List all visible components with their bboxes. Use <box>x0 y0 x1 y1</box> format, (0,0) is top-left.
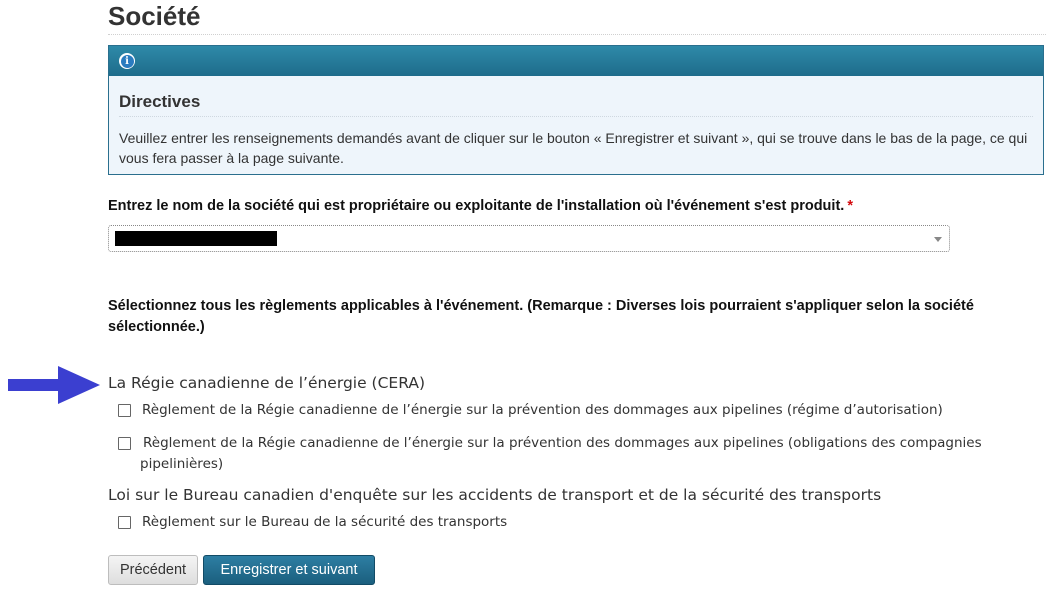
regulation-option-tsb[interactable]: Règlement sur le Bureau de la sécurité d… <box>118 512 1018 533</box>
required-marker: * <box>847 198 853 214</box>
regulation-option-label: Règlement sur le Bureau de la sécurité d… <box>142 514 508 530</box>
checkbox[interactable] <box>118 516 131 529</box>
company-select[interactable] <box>108 225 950 252</box>
alert-heading: Directives <box>119 92 201 111</box>
checkbox[interactable] <box>118 437 131 450</box>
company-page: Société i Directives Veuillez entrer les… <box>0 0 1052 594</box>
company-field-label-text: Entrez le nom de la société qui est prop… <box>108 198 845 214</box>
info-icon: i <box>119 53 135 69</box>
page-title: Société <box>108 1 201 31</box>
title-divider <box>108 34 1046 35</box>
chevron-down-icon <box>934 237 942 242</box>
regulation-option-label: Règlement de la Régie canadienne de l’én… <box>142 402 943 418</box>
directives-alert: i Directives Veuillez entrer les renseig… <box>108 45 1044 175</box>
annotation-arrow-icon <box>8 366 100 404</box>
regulation-group-title-cera: La Régie canadienne de l’énergie (CERA) <box>108 374 426 392</box>
regulation-group-title-tsb: Loi sur le Bureau canadien d'enquête sur… <box>108 486 882 504</box>
regulations-prompt: Sélectionnez tous les règlements applica… <box>108 298 974 335</box>
alert-header: i <box>109 46 1043 76</box>
regulation-option-label: Règlement de la Régie canadienne de l’én… <box>140 435 982 472</box>
alert-body: Veuillez entrer les renseignements deman… <box>119 130 1028 166</box>
previous-button[interactable]: Précédent <box>108 555 198 585</box>
alert-heading-divider <box>119 116 1033 117</box>
regulation-option-cera-authorization[interactable]: Règlement de la Régie canadienne de l’én… <box>118 400 1018 421</box>
save-and-next-button[interactable]: Enregistrer et suivant <box>203 555 375 585</box>
checkbox[interactable] <box>118 404 131 417</box>
regulation-option-cera-pipeline-obligations[interactable]: Règlement de la Régie canadienne de l’én… <box>118 433 1018 475</box>
company-field-label: Entrez le nom de la société qui est prop… <box>108 198 853 214</box>
redacted-company-name <box>115 231 277 246</box>
